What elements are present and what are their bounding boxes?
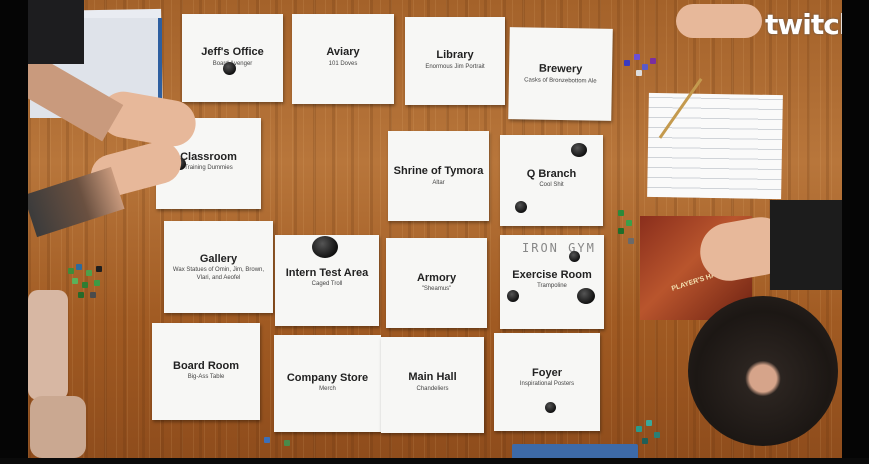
die	[624, 60, 630, 66]
miniature-figure	[577, 288, 595, 304]
card-subtitle: Merch	[319, 386, 336, 392]
die	[94, 280, 100, 286]
card-gallery: Gallery Wax Statues of Omin, Jim, Brown,…	[164, 221, 273, 313]
miniature-figure	[515, 201, 527, 213]
die	[650, 58, 656, 64]
die	[618, 210, 624, 216]
card-title: Jeff's Office	[201, 46, 264, 58]
miniature-figure	[569, 251, 580, 262]
card-title: Company Store	[286, 372, 369, 384]
die	[76, 264, 82, 270]
leg-left-bottom	[28, 290, 68, 400]
sleeve-left	[28, 0, 84, 64]
card-subtitle: "Sheamus"	[421, 286, 452, 292]
die	[636, 426, 642, 432]
die	[264, 437, 270, 443]
die	[284, 440, 290, 446]
card-title: Exercise Room	[512, 269, 592, 281]
die	[628, 238, 634, 244]
leg-left-bottom-2	[30, 396, 86, 458]
miniature-figure	[507, 290, 519, 302]
die	[618, 228, 624, 234]
card-title: Aviary	[326, 46, 360, 58]
die	[654, 432, 660, 438]
die	[86, 270, 92, 276]
head-top-view	[688, 296, 838, 446]
miniature-figure	[312, 236, 338, 258]
card-exercise-room: IRON GYM Exercise Room Trampoline	[500, 235, 604, 329]
dice-cluster	[624, 52, 664, 82]
miniature-figure	[545, 402, 556, 413]
card-subtitle: Caged Troll	[311, 281, 343, 287]
card-subtitle: Altar	[432, 180, 445, 186]
card-title: Brewery	[538, 62, 583, 76]
card-subtitle: Wax Statues of Omin, Jim, Brown, Vlari, …	[172, 267, 265, 281]
dice-cluster	[636, 420, 672, 450]
card-title: Gallery	[199, 253, 238, 265]
miniature-figure	[571, 143, 587, 157]
card-shrine-of-tymora: Shrine of Tymora Altar	[388, 131, 489, 221]
die	[82, 282, 88, 288]
card-armory: Armory "Sheamus"	[386, 238, 487, 328]
card-subtitle: Big-Ass Table	[187, 374, 225, 380]
card-title: Foyer	[532, 367, 562, 379]
letterbox-right	[842, 0, 869, 464]
dice-cluster	[616, 210, 642, 252]
card-subtitle: Cool Shit	[539, 182, 564, 188]
card-foyer: Foyer Inspirational Posters	[494, 333, 600, 431]
card-brewery: Brewery Casks of Bronzebottom Ale	[508, 27, 613, 121]
dice-cluster	[66, 264, 116, 302]
die	[634, 54, 640, 60]
sleeve-right	[770, 200, 842, 290]
die	[642, 64, 648, 70]
card-subtitle: Enormous Jim Portrait	[425, 64, 485, 70]
card-company-store: Company Store Merch	[274, 335, 381, 432]
card-title: Shrine of Tymora	[393, 165, 484, 177]
handwritten-note: IRON GYM	[522, 241, 596, 255]
die	[626, 220, 632, 226]
card-aviary: Aviary 101 Doves	[292, 14, 394, 104]
hand-top-right	[676, 4, 762, 38]
die	[636, 70, 642, 76]
card-subtitle: Chandeliers	[416, 386, 449, 392]
card-q-branch: Q Branch Cool Shit	[500, 135, 603, 226]
die	[90, 292, 96, 298]
card-library: Library Enormous Jim Portrait	[405, 17, 505, 105]
die	[646, 420, 652, 426]
die	[78, 292, 84, 298]
tabletop-scene: PLAYER'S HANDBOOK Jeff's Office Board Av…	[0, 0, 869, 464]
card-title: Armory	[416, 272, 457, 284]
card-title: Intern Test Area	[285, 267, 369, 279]
card-title: Library	[436, 49, 474, 61]
letterbox-bottom	[0, 458, 869, 464]
card-title: Board Room	[173, 360, 239, 372]
card-title: Main Hall	[408, 371, 457, 383]
card-main-hall: Main Hall Chandeliers	[381, 337, 484, 433]
card-board-room: Board Room Big-Ass Table	[152, 323, 260, 420]
die	[96, 266, 102, 272]
miniature-figure	[223, 62, 236, 75]
card-jeffs-office: Jeff's Office Board Avenger	[182, 14, 283, 102]
card-title: Q Branch	[526, 168, 577, 180]
card-subtitle: Inspirational Posters	[519, 381, 575, 387]
character-sheet	[647, 92, 783, 200]
die	[68, 268, 74, 274]
die	[642, 438, 648, 444]
die	[72, 278, 78, 284]
letterbox-left	[0, 0, 28, 464]
card-subtitle: 101 Doves	[328, 61, 358, 67]
card-subtitle: Casks of Bronzebottom Ale	[524, 77, 597, 85]
